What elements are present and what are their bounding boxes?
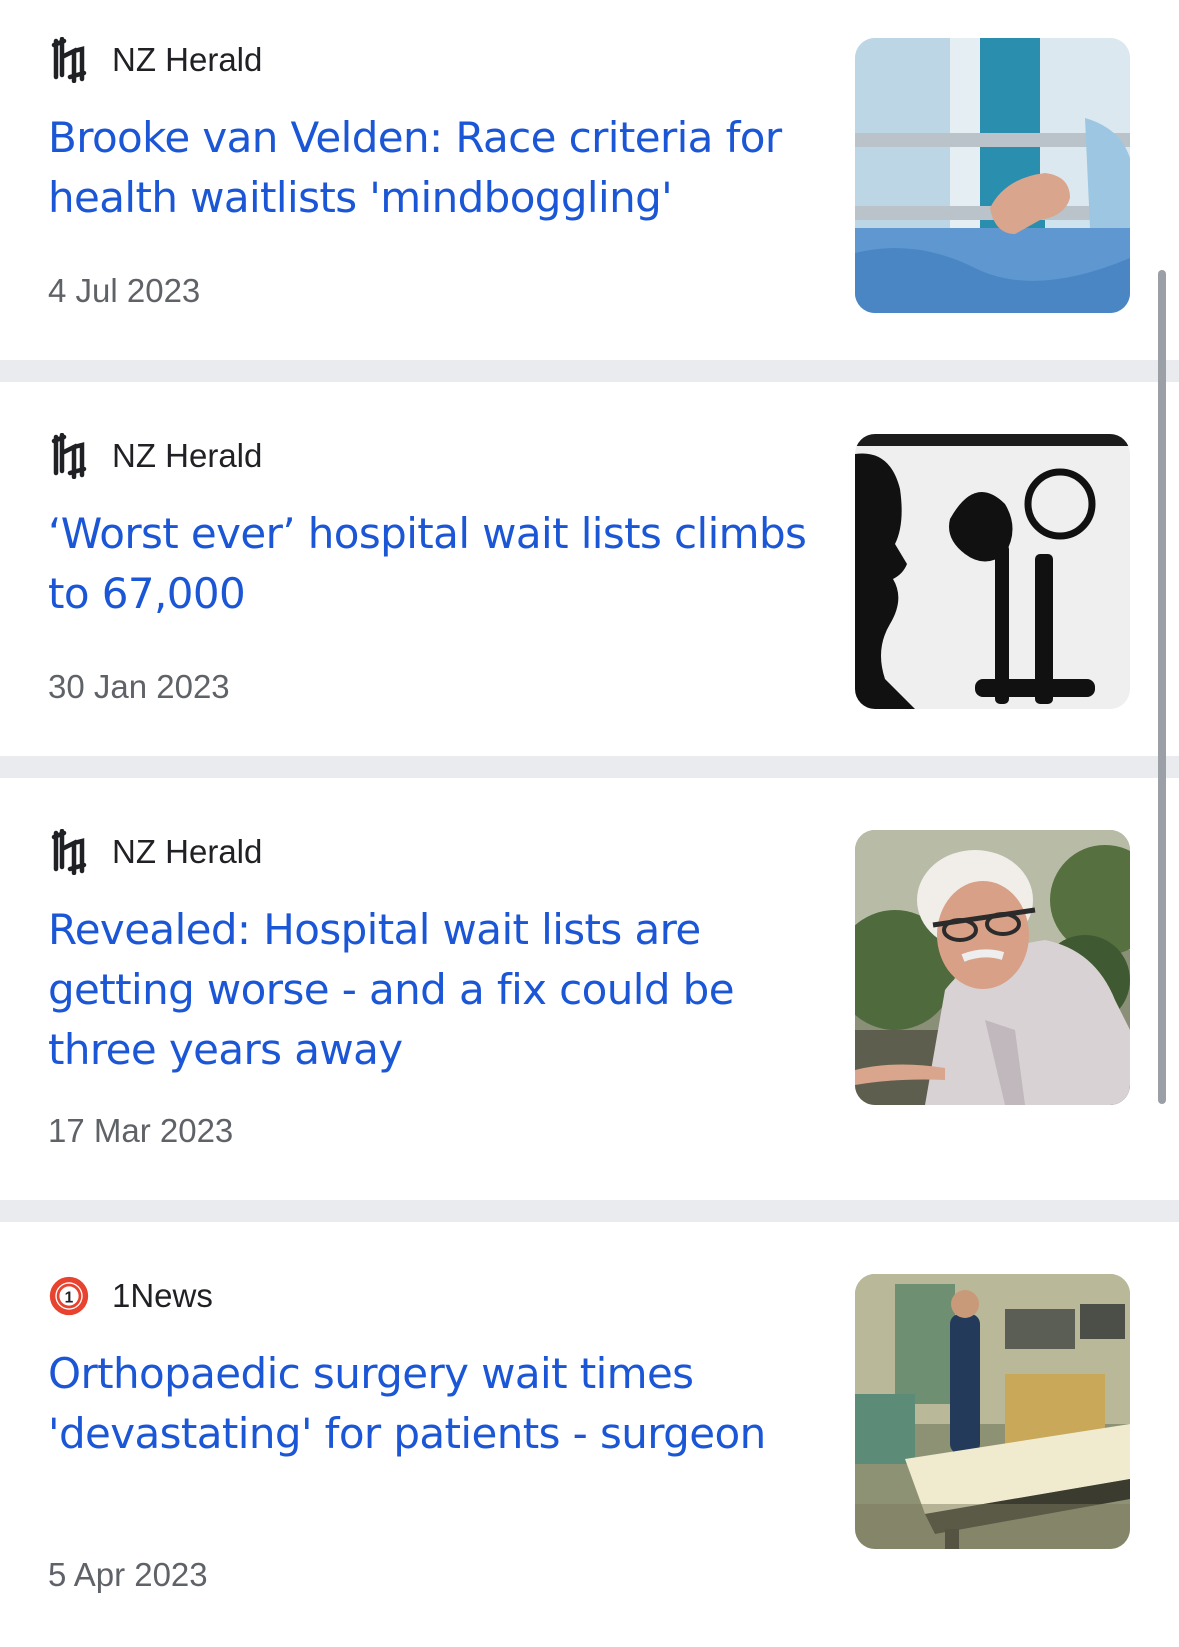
article-headline[interactable]: Orthopaedic surgery wait times 'devastat… xyxy=(48,1344,808,1464)
nz-herald-logo-icon xyxy=(48,433,90,479)
source-row: NZ Herald xyxy=(48,37,262,83)
scrollbar[interactable] xyxy=(1158,270,1166,1104)
card-divider xyxy=(0,1200,1179,1222)
article-date: 17 Mar 2023 xyxy=(48,1112,234,1149)
article-thumbnail[interactable] xyxy=(855,434,1130,709)
article-card[interactable]: NZ Herald Brooke van Velden: Race criter… xyxy=(0,0,1179,360)
source-name: NZ Herald xyxy=(112,437,263,474)
article-card[interactable]: NZ Herald ‘Worst ever’ hospital wait lis… xyxy=(0,382,1179,756)
card-divider xyxy=(0,756,1179,778)
article-headline[interactable]: ‘Worst ever’ hospital wait lists climbs … xyxy=(48,504,808,624)
news-feed: NZ Herald Brooke van Velden: Race criter… xyxy=(0,0,1179,1647)
article-thumbnail[interactable] xyxy=(855,38,1130,313)
one-news-logo-icon: 1 xyxy=(48,1273,90,1319)
article-date: 4 Jul 2023 xyxy=(48,272,201,309)
nz-herald-logo-icon xyxy=(48,37,90,83)
source-row: NZ Herald xyxy=(48,433,262,479)
svg-text:1: 1 xyxy=(65,1289,74,1306)
article-card[interactable]: NZ Herald Revealed: Hospital wait lists … xyxy=(0,778,1179,1200)
source-row: 1 1News xyxy=(48,1273,213,1319)
source-row: NZ Herald xyxy=(48,829,262,875)
article-headline[interactable]: Brooke van Velden: Race criteria for hea… xyxy=(48,108,808,228)
source-name: NZ Herald xyxy=(112,833,263,870)
nz-herald-logo-icon xyxy=(48,829,90,875)
article-headline[interactable]: Revealed: Hospital wait lists are gettin… xyxy=(48,900,808,1080)
source-name: 1News xyxy=(112,1277,213,1314)
card-divider xyxy=(0,360,1179,382)
article-date: 30 Jan 2023 xyxy=(48,668,230,705)
article-thumbnail[interactable] xyxy=(855,1274,1130,1549)
article-date: 5 Apr 2023 xyxy=(48,1556,208,1593)
article-thumbnail[interactable] xyxy=(855,830,1130,1105)
source-name: NZ Herald xyxy=(112,41,263,78)
article-card[interactable]: 1 1News Orthopaedic surgery wait times '… xyxy=(0,1222,1179,1647)
